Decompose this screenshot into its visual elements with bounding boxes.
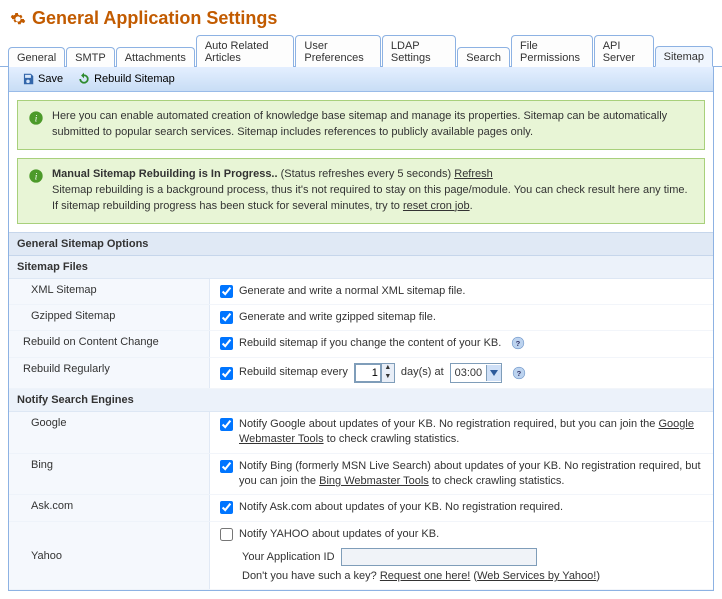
status-line2: Sitemap rebuilding is a background proce… xyxy=(52,184,688,196)
tab-attachments[interactable]: Attachments xyxy=(116,47,195,67)
time-value: 03:00 xyxy=(451,367,487,379)
subsection-notify: Notify Search Engines xyxy=(9,388,713,411)
help-icon[interactable]: ? xyxy=(512,366,526,380)
desc-rebuild-mid: day(s) at xyxy=(401,365,444,380)
checkbox-rebuild-regularly[interactable] xyxy=(220,367,233,380)
desc-xml-sitemap: Generate and write a normal XML sitemap … xyxy=(239,284,465,299)
desc-rebuild-change: Rebuild sitemap if you change the conten… xyxy=(239,336,501,351)
time-select[interactable]: 03:00 xyxy=(450,363,503,383)
tab-strip: GeneralSMTPAttachmentsAuto Related Artic… xyxy=(0,35,722,67)
checkbox-gzip-sitemap[interactable] xyxy=(220,311,233,324)
svg-text:i: i xyxy=(35,114,38,124)
tab-api-server[interactable]: API Server xyxy=(594,35,654,67)
tab-file-permissions[interactable]: File Permissions xyxy=(511,35,593,67)
info-sitemap-intro: i Here you can enable automated creation… xyxy=(17,100,705,150)
disk-icon xyxy=(21,72,35,86)
desc-bing: Notify Bing (formerly MSN Live Search) a… xyxy=(239,459,703,490)
tab-search[interactable]: Search xyxy=(457,47,510,67)
subsection-sitemap-files: Sitemap Files xyxy=(9,255,713,278)
page-title: General Application Settings xyxy=(0,0,722,35)
status-line3b: . xyxy=(470,200,473,212)
status-refresh-note: (Status refreshes every 5 seconds) xyxy=(281,168,452,180)
days-stepper[interactable]: ▲▼ xyxy=(354,363,395,383)
label-gzip-sitemap: Gzipped Sitemap xyxy=(9,305,210,331)
page-title-text: General Application Settings xyxy=(32,8,277,29)
save-label: Save xyxy=(38,73,63,85)
checkbox-yahoo[interactable] xyxy=(220,528,233,541)
days-input[interactable] xyxy=(355,364,381,382)
refresh-link[interactable]: Refresh xyxy=(454,168,493,180)
toolbar: Save Rebuild Sitemap xyxy=(9,67,713,92)
svg-text:?: ? xyxy=(516,339,521,348)
label-yahoo-appid: Your Application ID xyxy=(242,551,335,563)
refresh-icon xyxy=(77,72,91,86)
desc-rebuild-pre: Rebuild sitemap every xyxy=(239,365,348,380)
svg-text:?: ? xyxy=(517,369,522,378)
status-title: Manual Sitemap Rebuilding is In Progress… xyxy=(52,168,278,180)
desc-google: Notify Google about updates of your KB. … xyxy=(239,417,703,448)
gear-icon xyxy=(10,11,26,27)
section-general-options: General Sitemap Options xyxy=(9,232,713,255)
tab-content: Save Rebuild Sitemap i Here you can enab… xyxy=(8,67,714,591)
tab-general[interactable]: General xyxy=(8,47,65,67)
svg-text:i: i xyxy=(35,172,38,182)
checkbox-rebuild-change[interactable] xyxy=(220,337,233,350)
label-yahoo: Yahoo xyxy=(9,521,210,589)
yahoo-request-link[interactable]: Request one here! xyxy=(380,570,471,582)
tab-sitemap[interactable]: Sitemap xyxy=(655,46,713,67)
checkbox-google[interactable] xyxy=(220,418,233,431)
info-text: Here you can enable automated creation o… xyxy=(52,109,694,141)
label-google: Google xyxy=(9,411,210,453)
rebuild-button[interactable]: Rebuild Sitemap xyxy=(71,70,181,88)
reset-cron-link[interactable]: reset cron job xyxy=(403,200,470,212)
desc-yahoo: Notify YAHOO about updates of your KB. xyxy=(239,527,439,542)
label-bing: Bing xyxy=(9,453,210,495)
yahoo-note: Don't you have such a key? Request one h… xyxy=(242,570,703,582)
info-status-body: Manual Sitemap Rebuilding is In Progress… xyxy=(52,167,688,215)
save-button[interactable]: Save xyxy=(15,70,69,88)
label-xml-sitemap: XML Sitemap xyxy=(9,278,210,304)
status-line3a: If sitemap rebuilding progress has been … xyxy=(52,200,403,212)
label-ask: Ask.com xyxy=(9,495,210,521)
checkbox-xml-sitemap[interactable] xyxy=(220,285,233,298)
spin-up-icon[interactable]: ▲ xyxy=(382,364,394,373)
info-rebuild-status: i Manual Sitemap Rebuilding is In Progre… xyxy=(17,158,705,224)
yahoo-webservices-link[interactable]: Web Services by Yahoo! xyxy=(477,570,596,582)
info-icon: i xyxy=(28,168,44,184)
desc-gzip-sitemap: Generate and write gzipped sitemap file. xyxy=(239,310,436,325)
info-icon: i xyxy=(28,110,44,126)
label-rebuild-change: Rebuild on Content Change xyxy=(9,331,210,357)
tab-ldap-settings[interactable]: LDAP Settings xyxy=(382,35,456,67)
settings-table: General Sitemap Options Sitemap Files XM… xyxy=(9,232,713,591)
yahoo-appid-input[interactable] xyxy=(341,548,537,566)
tab-smtp[interactable]: SMTP xyxy=(66,47,115,67)
tab-auto-related-articles[interactable]: Auto Related Articles xyxy=(196,35,295,67)
tab-user-preferences[interactable]: User Preferences xyxy=(295,35,381,67)
help-icon[interactable]: ? xyxy=(511,336,525,350)
spin-down-icon[interactable]: ▼ xyxy=(382,373,394,382)
bing-webmaster-link[interactable]: Bing Webmaster Tools xyxy=(319,475,429,487)
chevron-down-icon[interactable] xyxy=(486,365,501,381)
label-rebuild-regularly: Rebuild Regularly xyxy=(9,357,210,388)
desc-ask: Notify Ask.com about updates of your KB.… xyxy=(239,500,563,515)
checkbox-ask[interactable] xyxy=(220,501,233,514)
checkbox-bing[interactable] xyxy=(220,460,233,473)
rebuild-label: Rebuild Sitemap xyxy=(94,73,175,85)
